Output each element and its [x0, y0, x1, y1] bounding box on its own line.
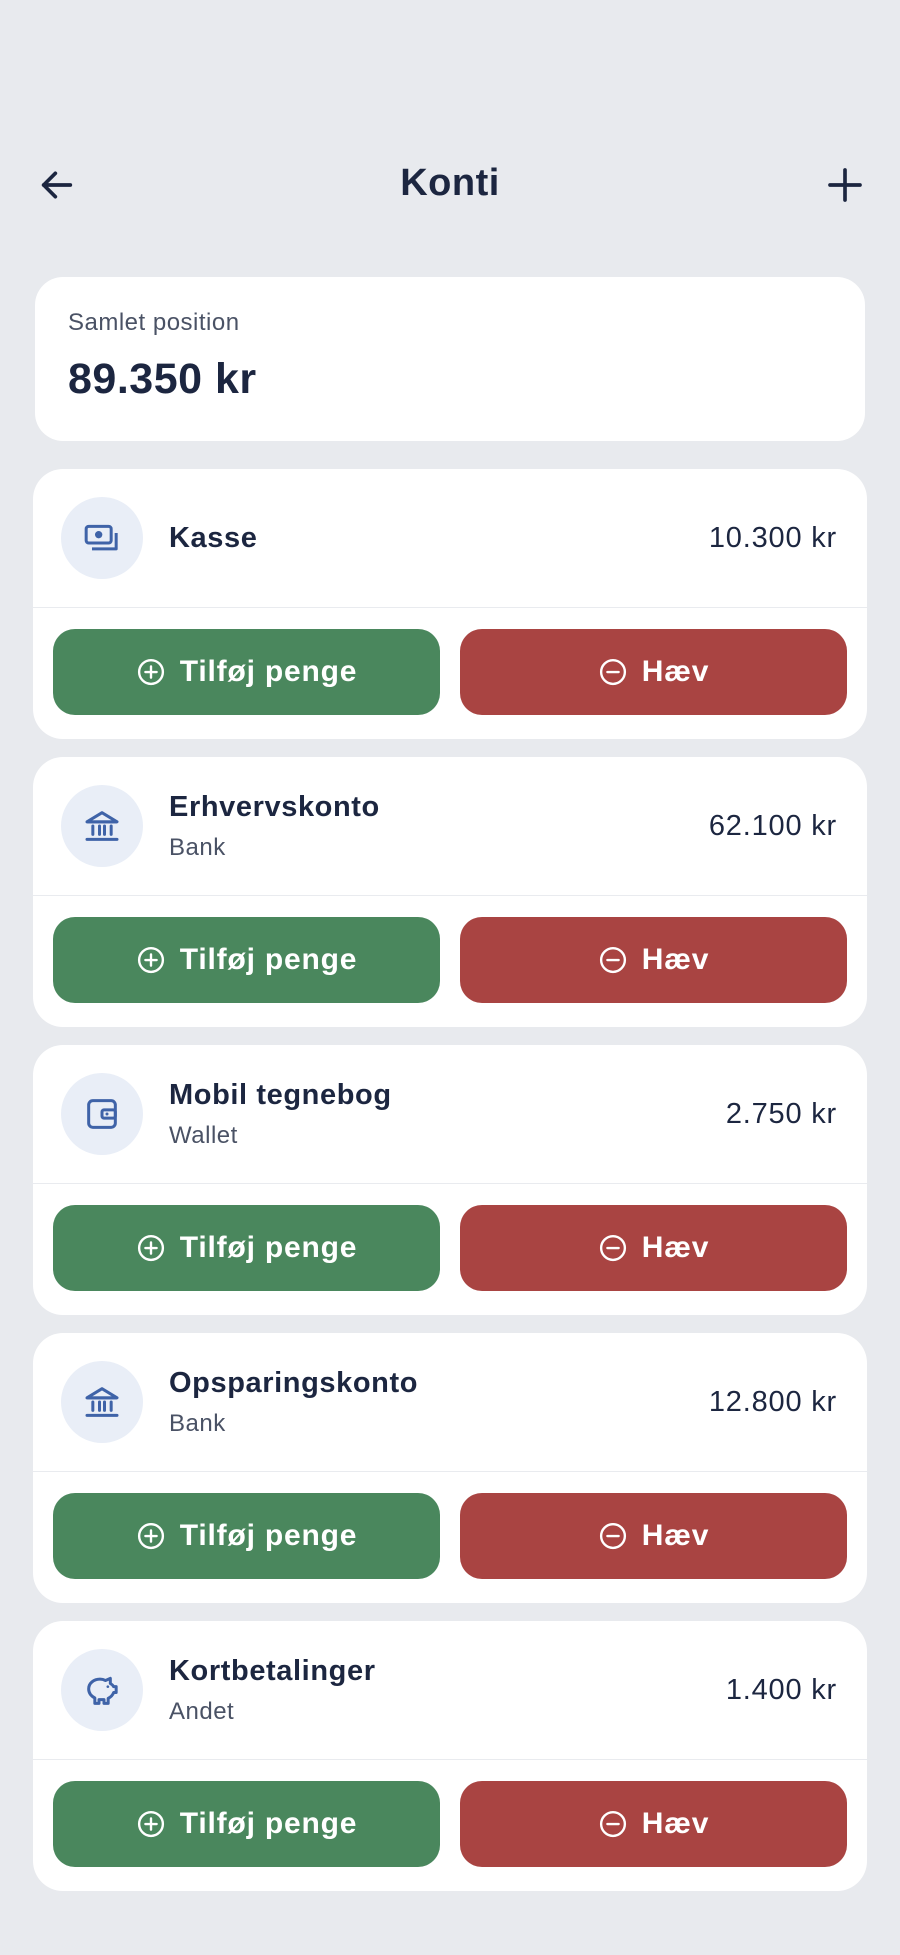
account-type: Andet	[169, 1698, 235, 1725]
withdraw-label: Hæv	[641, 1519, 710, 1552]
add-money-label: Tilføj penge	[179, 1807, 358, 1840]
account-balance: 1.400 kr	[725, 1674, 837, 1706]
account-icon	[61, 1073, 143, 1155]
withdraw-label: Hæv	[641, 655, 710, 688]
top-bar: Konti	[0, 150, 900, 220]
account-actions: Tilføj penge Hæv	[33, 1184, 867, 1291]
account-type: Bank	[169, 834, 226, 861]
add-money-button[interactable]: Tilføj penge	[53, 1781, 440, 1867]
total-position-card: Samlet position 89.350 kr	[35, 277, 865, 441]
account-icon	[61, 497, 143, 579]
account-card-5[interactable]: Kortbetalinger Andet 1.400 kr Tilføj pen…	[33, 1621, 867, 1891]
add-money-button[interactable]: Tilføj penge	[53, 917, 440, 1003]
piggy-bank-icon	[87, 1676, 118, 1705]
add-money-label: Tilføj penge	[179, 655, 358, 688]
minus-circle-icon	[599, 1810, 626, 1838]
account-icon	[61, 785, 143, 867]
account-actions: Tilføj penge Hæv	[33, 1472, 867, 1579]
wallet-icon	[87, 1099, 117, 1129]
total-position-value: 89.350 kr	[68, 355, 257, 403]
withdraw-button[interactable]: Hæv	[460, 917, 847, 1003]
account-name: Erhvervskonto	[169, 791, 380, 823]
withdraw-button[interactable]: Hæv	[460, 1781, 847, 1867]
withdraw-button[interactable]: Hæv	[460, 629, 847, 715]
minus-circle-icon	[599, 1522, 626, 1550]
account-name: Mobil tegnebog	[169, 1079, 392, 1111]
account-summary[interactable]: Mobil tegnebog Wallet 2.750 kr	[33, 1045, 867, 1184]
account-actions: Tilføj penge Hæv	[33, 1760, 867, 1867]
withdraw-label: Hæv	[641, 943, 710, 976]
accounts-screen: Konti Samlet position 89.350 kr Kasse 10…	[0, 0, 900, 1955]
withdraw-button[interactable]: Hæv	[460, 1205, 847, 1291]
account-card-4[interactable]: Opsparingskonto Bank 12.800 kr Tilføj pe…	[33, 1333, 867, 1603]
plus-circle-icon	[137, 1234, 164, 1262]
account-type: Wallet	[169, 1122, 238, 1149]
withdraw-button[interactable]: Hæv	[460, 1493, 847, 1579]
account-icon	[61, 1649, 143, 1731]
add-money-button[interactable]: Tilføj penge	[53, 629, 440, 715]
bank-icon	[85, 811, 119, 841]
account-summary[interactable]: Kasse 10.300 kr	[33, 469, 867, 608]
account-balance: 2.750 kr	[725, 1098, 837, 1130]
minus-circle-icon	[599, 658, 626, 686]
bank-icon	[85, 1387, 119, 1417]
minus-circle-icon	[599, 1234, 626, 1262]
account-actions: Tilføj penge Hæv	[33, 608, 867, 715]
minus-circle-icon	[599, 946, 626, 974]
page-title: Konti	[400, 162, 500, 204]
plus-icon	[828, 168, 862, 202]
account-list: Kasse 10.300 kr Tilføj penge Hæv Erhverv…	[33, 469, 867, 1909]
add-account-button[interactable]	[810, 150, 880, 220]
account-summary[interactable]: Kortbetalinger Andet 1.400 kr	[33, 1621, 867, 1760]
account-icon	[61, 1361, 143, 1443]
plus-circle-icon	[137, 1522, 164, 1550]
plus-circle-icon	[137, 1810, 164, 1838]
add-money-button[interactable]: Tilføj penge	[53, 1205, 440, 1291]
account-name: Opsparingskonto	[169, 1367, 419, 1399]
account-summary[interactable]: Opsparingskonto Bank 12.800 kr	[33, 1333, 867, 1472]
cash-icon	[84, 524, 118, 551]
account-balance: 12.800 kr	[708, 1386, 837, 1418]
withdraw-label: Hæv	[641, 1231, 710, 1264]
account-name: Kortbetalinger	[169, 1655, 376, 1687]
plus-circle-icon	[137, 658, 164, 686]
account-card-1[interactable]: Kasse 10.300 kr Tilføj penge Hæv	[33, 469, 867, 739]
account-card-3[interactable]: Mobil tegnebog Wallet 2.750 kr Tilføj pe…	[33, 1045, 867, 1315]
account-type: Bank	[169, 1410, 226, 1437]
account-card-2[interactable]: Erhvervskonto Bank 62.100 kr Tilføj peng…	[33, 757, 867, 1027]
add-money-label: Tilføj penge	[179, 1519, 358, 1552]
add-money-label: Tilføj penge	[179, 943, 358, 976]
add-money-label: Tilføj penge	[179, 1231, 358, 1264]
plus-circle-icon	[137, 946, 164, 974]
account-balance: 62.100 kr	[708, 810, 837, 842]
total-position-label: Samlet position	[68, 309, 240, 336]
add-money-button[interactable]: Tilføj penge	[53, 1493, 440, 1579]
account-balance: 10.300 kr	[708, 522, 837, 554]
account-name: Kasse	[169, 522, 258, 554]
account-actions: Tilføj penge Hæv	[33, 896, 867, 1003]
account-summary[interactable]: Erhvervskonto Bank 62.100 kr	[33, 757, 867, 896]
withdraw-label: Hæv	[641, 1807, 710, 1840]
